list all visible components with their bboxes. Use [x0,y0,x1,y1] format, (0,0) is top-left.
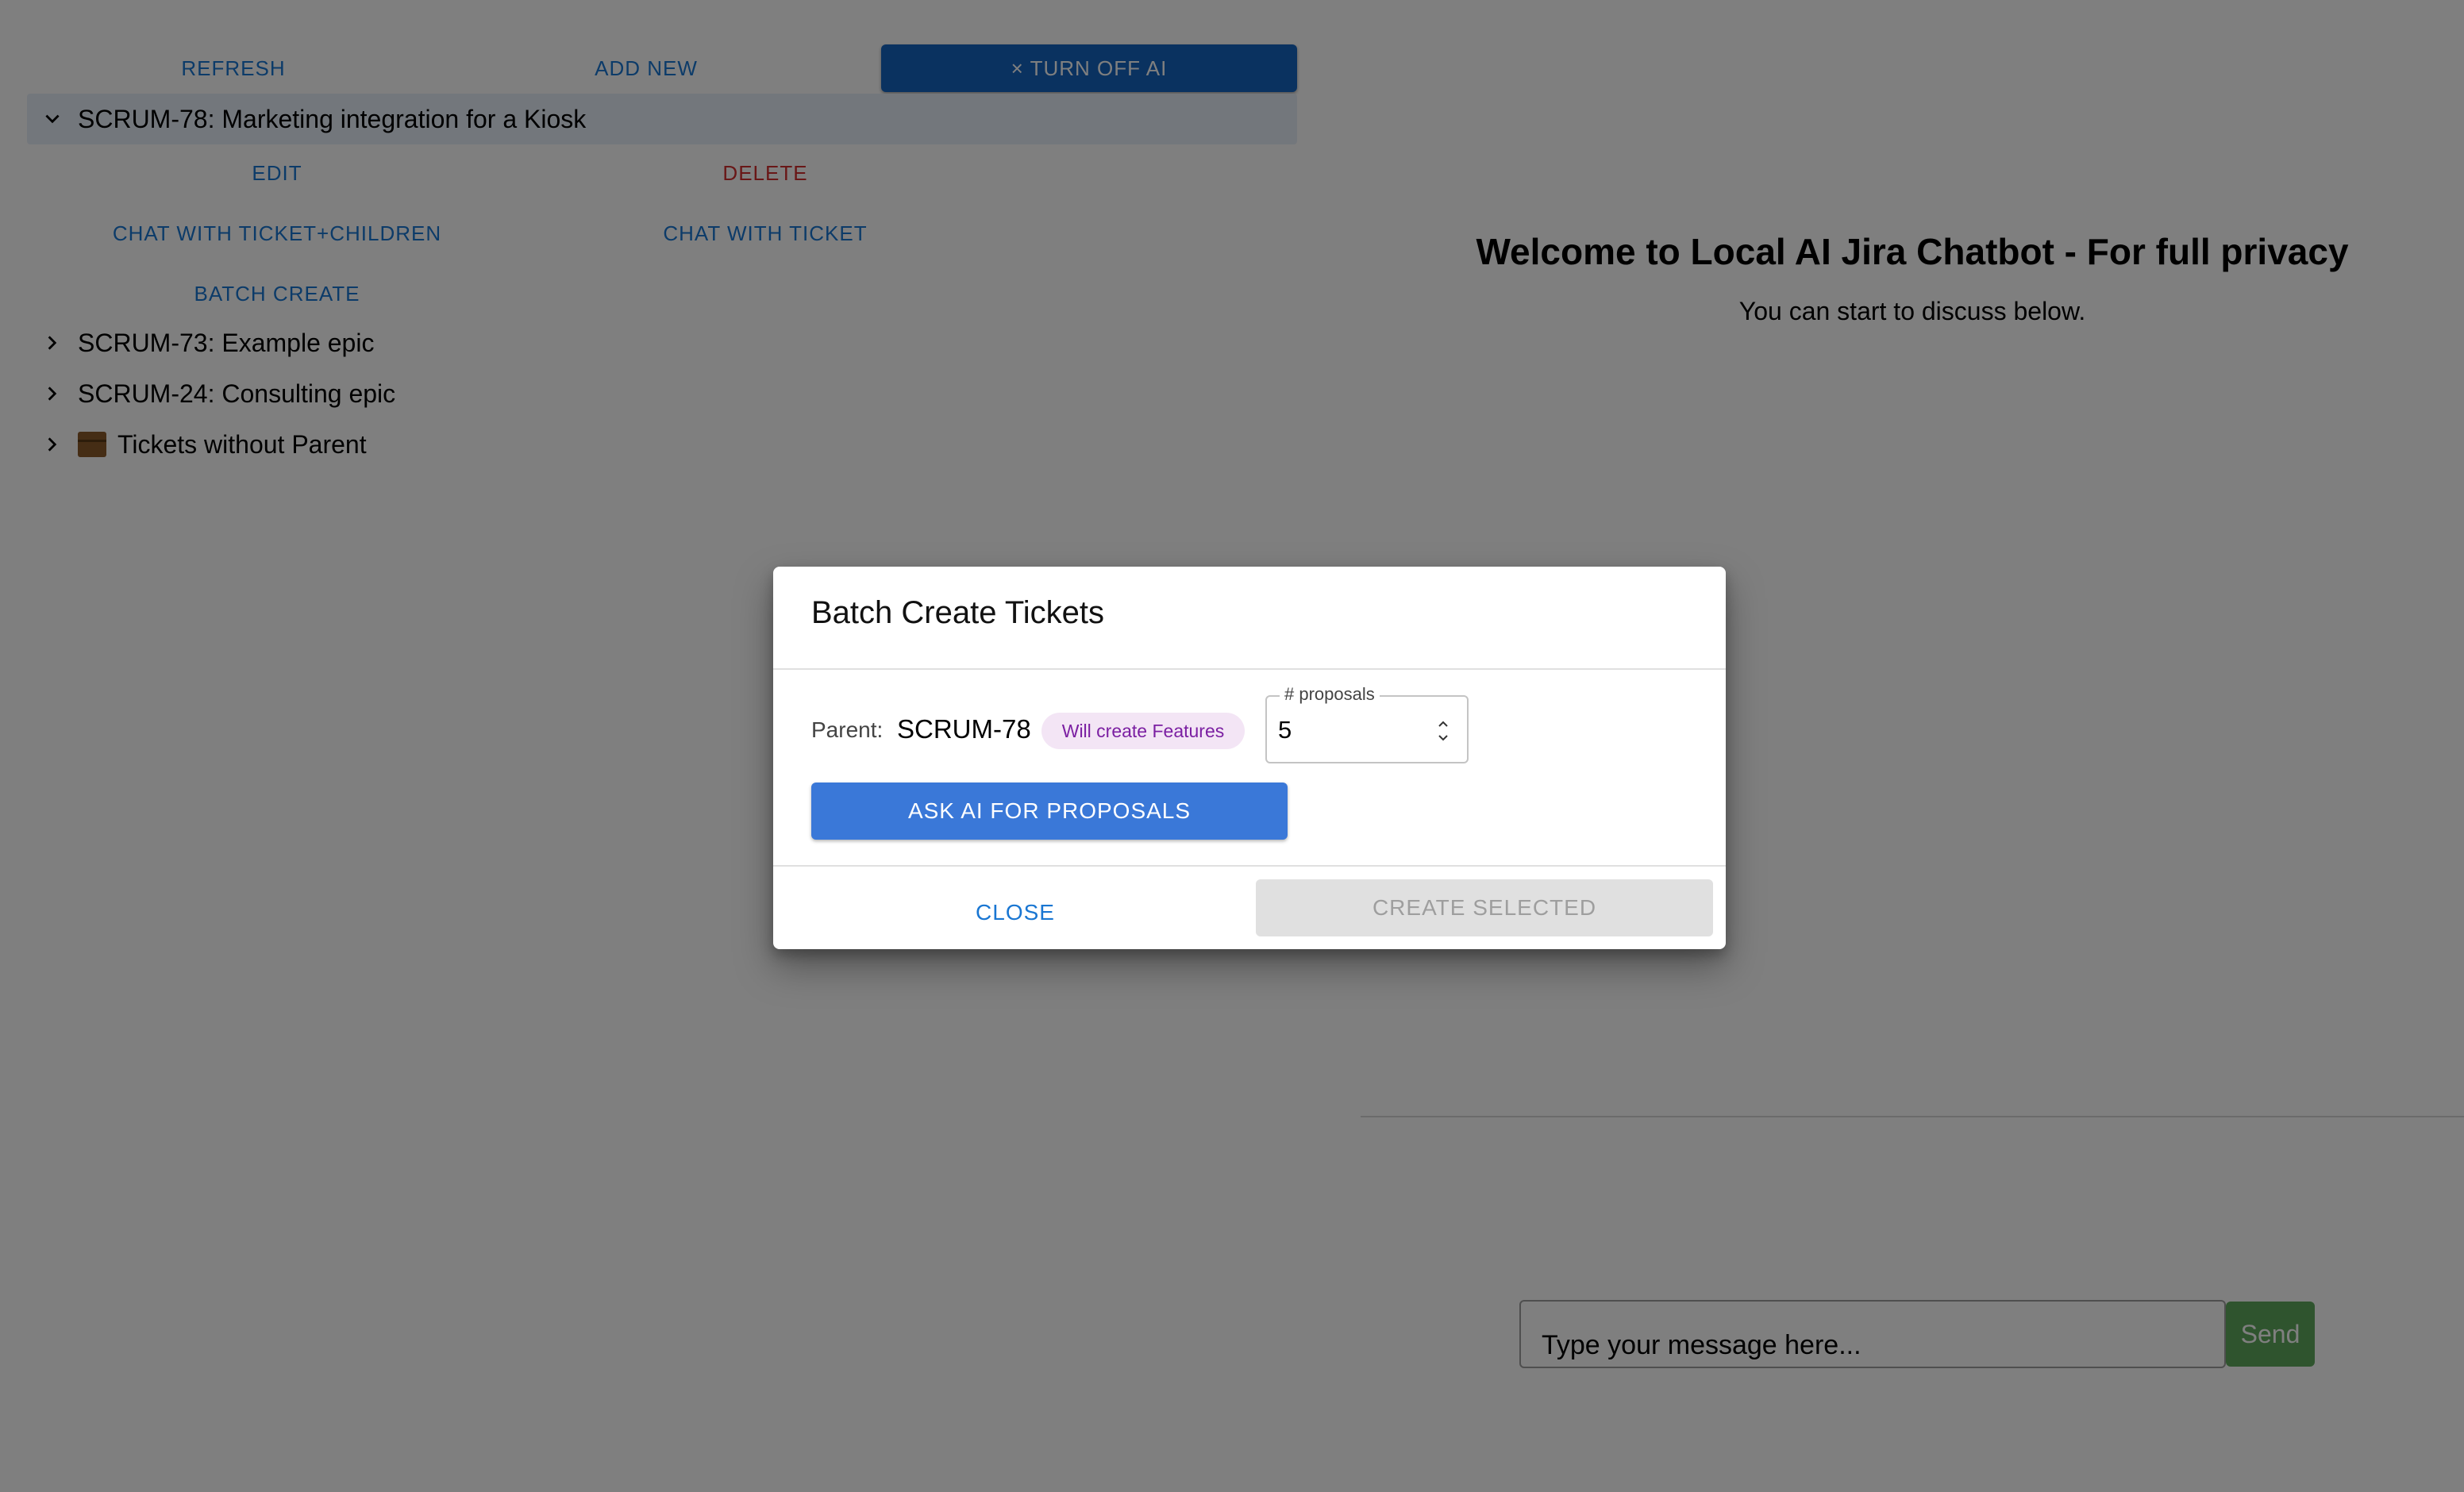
proposals-field[interactable]: # proposals [1265,684,1469,763]
stepper-icon[interactable] [1435,719,1451,743]
proposals-label: # proposals [1280,684,1380,705]
app-root: REFRESH ADD NEW × TURN OFF AI SCRUM-78: … [0,0,2464,1492]
batch-create-dialog: Batch Create Tickets Parent: SCRUM-78 Wi… [773,567,1726,949]
feature-type-chip: Will create Features [1041,713,1245,749]
parent-value: SCRUM-78 [897,714,1031,744]
create-selected-button[interactable]: CREATE SELECTED [1256,879,1713,936]
dialog-actions-divider [773,865,1726,867]
dialog-divider [773,668,1726,670]
close-button[interactable]: CLOSE [773,884,1257,941]
parent-label: Parent: [811,717,884,742]
ask-ai-button[interactable]: ASK AI FOR PROPOSALS [811,783,1288,840]
proposals-input[interactable] [1278,713,1421,748]
dialog-title: Batch Create Tickets [811,595,1105,630]
